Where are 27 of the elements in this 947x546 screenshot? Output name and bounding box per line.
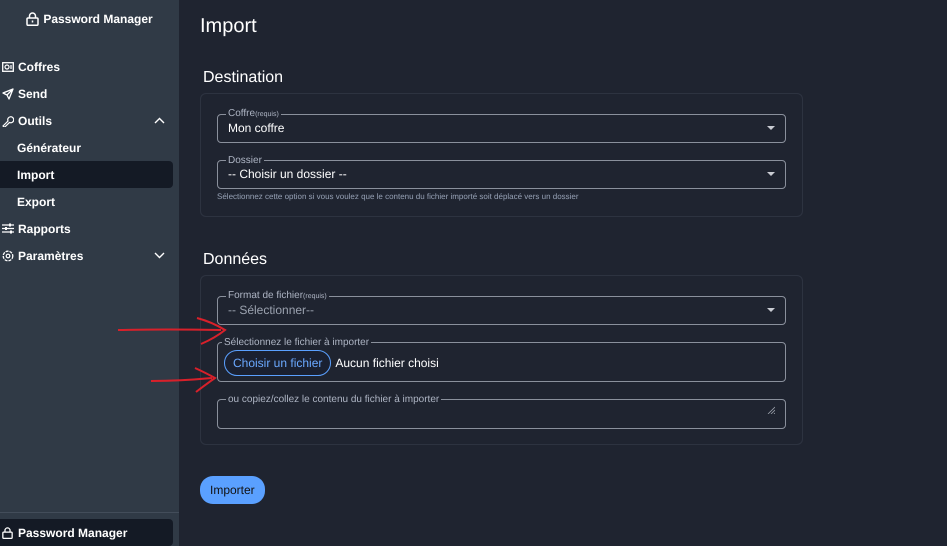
nav-item[interactable]: Paramètres xyxy=(0,242,173,269)
field-hint: Sélectionnez cette option si vous voulez que le contenu du fichier importé soit déplacé vers un dossier xyxy=(217,192,580,201)
import-button[interactable]: Importer xyxy=(200,476,265,504)
select-value: Mon coffre xyxy=(228,121,286,135)
nav-item[interactable]: Coffres xyxy=(0,53,173,80)
nav-item[interactable]: Import xyxy=(0,161,173,188)
nav-item[interactable]: Générateur xyxy=(0,134,173,161)
nav-item[interactable]: Outils xyxy=(0,107,173,134)
file-status: Aucun fichier choisi xyxy=(335,356,440,370)
nav-item[interactable]: Rapports xyxy=(0,215,173,242)
app-title: Password Manager xyxy=(43,12,153,26)
field-label: Sélectionnez le fichier à importer xyxy=(223,337,370,348)
file-field[interactable]: Sélectionnez le fichier à importer Choisir un fichier Aucun fichier choisi xyxy=(217,337,786,382)
page-title: Import xyxy=(200,15,258,39)
section-heading: Données xyxy=(203,251,268,269)
text-area[interactable]: ou copiez/collez le contenu du fichier à importer xyxy=(217,394,786,429)
footer-label: Password Manager xyxy=(18,526,128,540)
field-label: ou copiez/collez le contenu du fichier à importer xyxy=(227,394,440,405)
select-placeholder: -- Sélectionner-- xyxy=(228,303,316,317)
footer-item[interactable]: Password Manager xyxy=(0,519,173,546)
choose-file-button[interactable]: Choisir un fichier xyxy=(224,350,332,376)
field-label: Dossier xyxy=(227,155,263,166)
nav-item[interactable]: Export xyxy=(0,188,173,215)
select-value: -- Choisir un dossier -- xyxy=(228,167,348,181)
select-field[interactable]: Dossier -- Choisir un dossier -- xyxy=(217,155,786,189)
section-heading: Destination xyxy=(203,69,284,87)
nav-item[interactable]: Send xyxy=(0,80,173,107)
